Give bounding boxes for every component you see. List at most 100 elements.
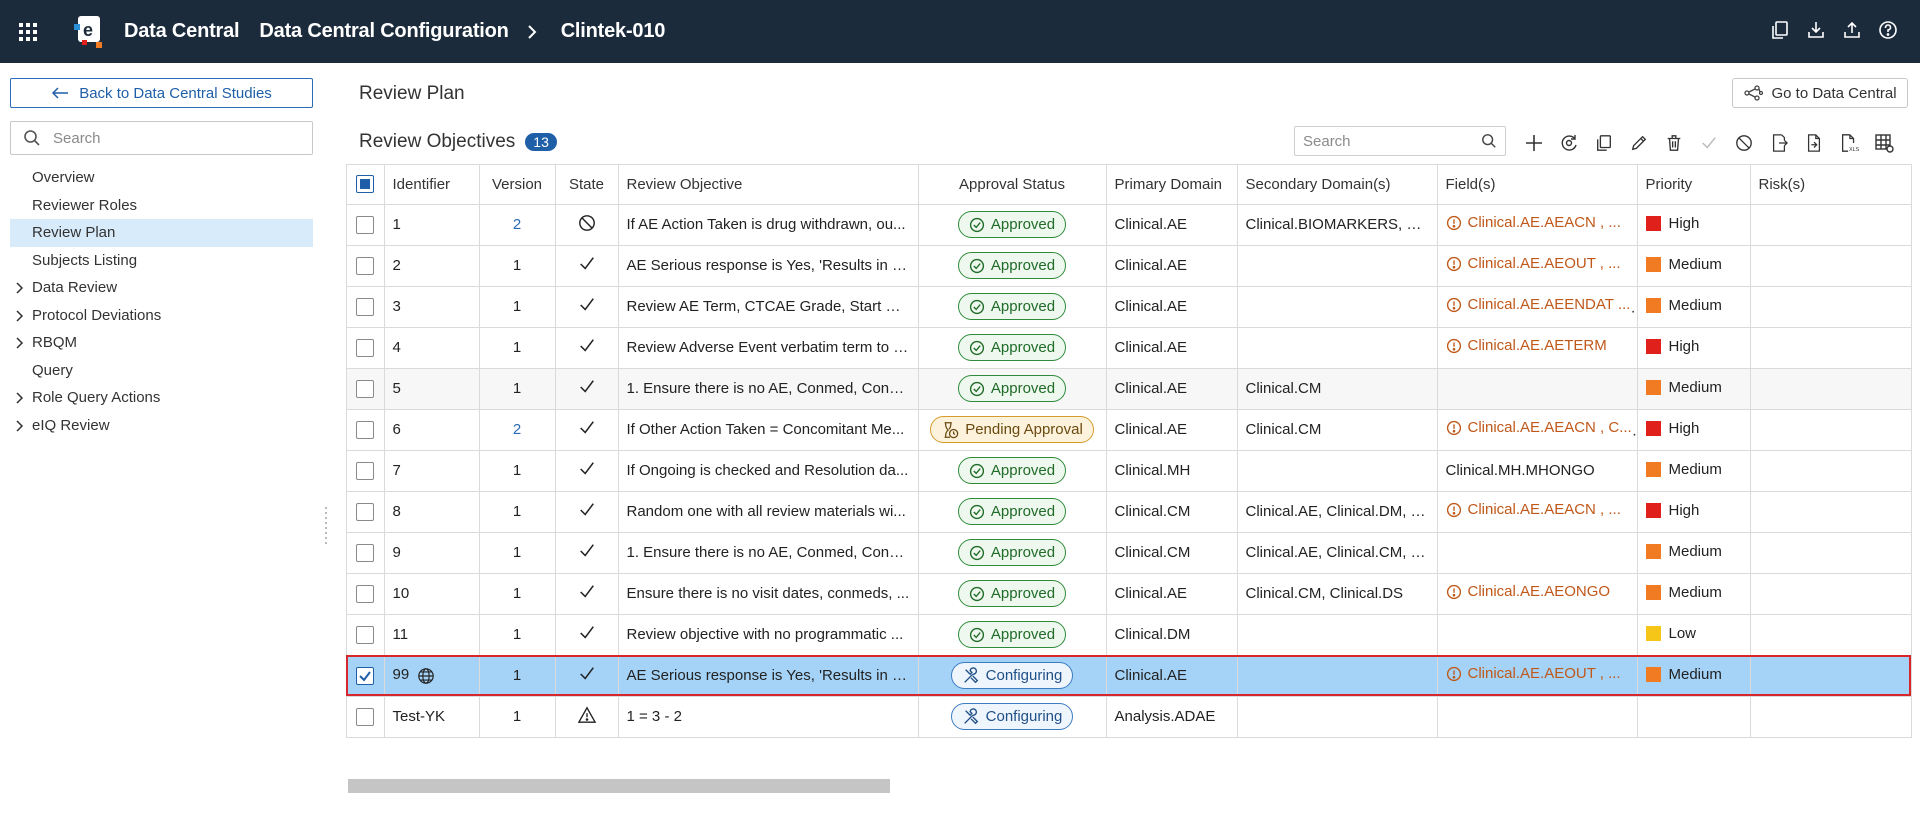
brand-logo-icon[interactable]: e bbox=[72, 14, 104, 50]
sidebar-item-data-review[interactable]: Data Review bbox=[10, 274, 313, 302]
field-warning[interactable]: Clinical.AE.AEONGO bbox=[1446, 583, 1610, 600]
scrollbar-thumb[interactable] bbox=[348, 779, 890, 793]
review-objective-cell[interactable]: If Ongoing is checked and Resolution da.… bbox=[617, 449, 919, 492]
download-icon[interactable] bbox=[1804, 18, 1828, 42]
column-header[interactable]: Identifier bbox=[383, 163, 480, 205]
copy-icon[interactable] bbox=[1768, 18, 1792, 42]
row-checkbox[interactable] bbox=[356, 707, 374, 726]
field-warning[interactable]: Clinical.AE.AEACN , ... bbox=[1446, 501, 1621, 518]
review-cycle-icon[interactable] bbox=[1556, 130, 1581, 155]
field-warning[interactable]: Clinical.AE.AEOUT , ... bbox=[1446, 255, 1621, 272]
breadcrumb-configuration[interactable]: Data Central Configuration bbox=[259, 20, 508, 43]
sidebar-item-protocol-deviations[interactable]: Protocol Deviations bbox=[10, 302, 313, 330]
table-row[interactable]: 9 1 1. Ensure there is no AE, Conmed, Conm… bbox=[345, 531, 1912, 574]
table-row[interactable]: 3 1 Review AE Term, CTCAE Grade, Start Dat… bbox=[345, 285, 1912, 328]
resize-handle[interactable] bbox=[323, 505, 331, 547]
disable-icon[interactable] bbox=[1731, 130, 1756, 155]
row-checkbox[interactable] bbox=[356, 584, 374, 603]
row-checkbox[interactable] bbox=[356, 502, 374, 521]
export-icon[interactable] bbox=[1766, 130, 1791, 155]
duplicate-icon[interactable] bbox=[1591, 130, 1616, 155]
review-objective-cell[interactable]: Review objective with no programmatic ..… bbox=[617, 613, 919, 656]
table-row[interactable]: 11 1 Review objective with no programmatic… bbox=[345, 613, 1912, 656]
review-objective-cell[interactable]: Ensure there is no visit dates, conmeds,… bbox=[617, 572, 919, 615]
delete-icon[interactable] bbox=[1661, 130, 1686, 155]
field-warning[interactable]: Clinical.AE.AEACN , ... bbox=[1446, 214, 1621, 231]
select-all-checkbox[interactable] bbox=[356, 175, 374, 194]
edit-icon[interactable] bbox=[1626, 130, 1651, 155]
table-row[interactable]: 99 1 AE Serious response is Yes, 'Results … bbox=[345, 654, 1912, 697]
review-objective-cell[interactable]: If Other Action Taken = Concomitant Me..… bbox=[617, 408, 919, 451]
field-warning[interactable]: Clinical.AE.AEENDAT ... bbox=[1446, 296, 1630, 313]
sidebar-search-input[interactable] bbox=[53, 129, 293, 147]
column-header[interactable]: Primary Domain bbox=[1105, 163, 1238, 205]
review-objective-cell[interactable]: Random one with all review materials wi.… bbox=[617, 490, 919, 533]
version-value[interactable]: 2 bbox=[513, 216, 521, 233]
row-checkbox[interactable] bbox=[356, 461, 374, 480]
row-checkbox[interactable] bbox=[356, 543, 374, 562]
chevron-right-icon[interactable] bbox=[14, 336, 24, 350]
help-icon[interactable] bbox=[1876, 18, 1900, 42]
column-header[interactable]: Approval Status bbox=[917, 163, 1107, 205]
table-row[interactable]: 1 2 If AE Action Taken is drug withdrawn, … bbox=[345, 203, 1912, 246]
review-objective-cell[interactable]: AE Serious response is Yes, 'Results in … bbox=[617, 654, 919, 697]
row-checkbox[interactable] bbox=[356, 338, 374, 357]
review-objective-cell[interactable]: 1 = 3 - 2 bbox=[617, 695, 919, 738]
sidebar-item-subjects-listing[interactable]: Subjects Listing bbox=[10, 247, 313, 275]
chevron-right-icon[interactable] bbox=[14, 419, 24, 433]
row-checkbox[interactable] bbox=[356, 379, 374, 398]
row-checkbox[interactable] bbox=[356, 297, 374, 316]
table-row[interactable]: 8 1 Random one with all review materials w… bbox=[345, 490, 1912, 533]
column-settings-icon[interactable] bbox=[1871, 130, 1896, 155]
app-launcher-icon[interactable] bbox=[14, 18, 42, 46]
export-xls-icon[interactable]: XLS bbox=[1836, 130, 1861, 155]
row-checkbox[interactable] bbox=[356, 666, 374, 685]
column-header[interactable]: Field(s) bbox=[1436, 163, 1638, 205]
sidebar-item-review-plan[interactable]: Review Plan bbox=[10, 219, 313, 247]
search-icon[interactable] bbox=[1481, 133, 1497, 149]
row-checkbox[interactable] bbox=[356, 256, 374, 275]
column-header[interactable]: Priority bbox=[1636, 163, 1751, 205]
row-checkbox[interactable] bbox=[356, 215, 374, 234]
row-checkbox[interactable] bbox=[356, 625, 374, 644]
approve-check-icon[interactable] bbox=[1696, 130, 1721, 155]
app-name[interactable]: Data Central bbox=[124, 20, 240, 43]
review-objective-cell[interactable]: AE Serious response is Yes, 'Results in … bbox=[617, 244, 919, 287]
review-objective-cell[interactable]: Review Adverse Event verbatim term to e.… bbox=[617, 326, 919, 369]
table-row[interactable]: 10 1 Ensure there is no visit dates, conme… bbox=[345, 572, 1912, 615]
review-objective-cell[interactable]: 1. Ensure there is no AE, Conmed, Conm..… bbox=[617, 367, 919, 410]
chevron-right-icon[interactable] bbox=[14, 281, 24, 295]
sidebar-item-query[interactable]: Query bbox=[10, 357, 313, 385]
field-warning[interactable]: Clinical.AE.AETERM bbox=[1446, 337, 1607, 354]
column-header[interactable]: Review Objective bbox=[617, 163, 919, 205]
version-value[interactable]: 2 bbox=[513, 421, 521, 438]
table-search-input[interactable] bbox=[1303, 132, 1473, 150]
sidebar-item-rbqm[interactable]: RBQM bbox=[10, 329, 313, 357]
go-to-data-central-button[interactable]: Go to Data Central bbox=[1732, 78, 1908, 108]
table-row[interactable]: 5 1 1. Ensure there is no AE, Conmed, Conm… bbox=[345, 367, 1912, 410]
column-header[interactable]: State bbox=[554, 163, 619, 205]
table-row[interactable]: 7 1 If Ongoing is checked and Resolution d… bbox=[345, 449, 1912, 492]
table-row[interactable]: Test-YK 1 1 = 3 - 2 Configuring Analysis.ADA… bbox=[345, 695, 1912, 738]
sidebar-item-overview[interactable]: Overview bbox=[10, 164, 313, 192]
field-warning[interactable]: Clinical.AE.AEACN , C... bbox=[1446, 419, 1632, 436]
review-objective-cell[interactable]: 1. Ensure there is no AE, Conmed, Conm..… bbox=[617, 531, 919, 574]
add-icon[interactable] bbox=[1521, 130, 1546, 155]
chevron-right-icon[interactable] bbox=[14, 309, 24, 323]
sidebar-item-role-query-actions[interactable]: Role Query Actions bbox=[10, 384, 313, 412]
sidebar-item-eiq-review[interactable]: eIQ Review bbox=[10, 412, 313, 440]
column-header[interactable]: Version bbox=[478, 163, 556, 205]
row-checkbox[interactable] bbox=[356, 420, 374, 439]
sidebar-item-reviewer-roles[interactable]: Reviewer Roles bbox=[10, 192, 313, 220]
field-warning[interactable]: Clinical.AE.AEOUT , ... bbox=[1446, 665, 1621, 682]
review-objective-cell[interactable]: Review AE Term, CTCAE Grade, Start Dat..… bbox=[617, 285, 919, 328]
table-row[interactable]: 6 2 If Other Action Taken = Concomitant Me… bbox=[345, 408, 1912, 451]
table-row[interactable]: 4 1 Review Adverse Event verbatim term to … bbox=[345, 326, 1912, 369]
back-to-studies-button[interactable]: Back to Data Central Studies bbox=[10, 78, 313, 108]
import-icon[interactable] bbox=[1801, 130, 1826, 155]
chevron-right-icon[interactable] bbox=[14, 391, 24, 405]
column-header[interactable]: Secondary Domain(s) bbox=[1236, 163, 1438, 205]
column-header[interactable]: Risk(s) bbox=[1749, 163, 1912, 205]
table-row[interactable]: 2 1 AE Serious response is Yes, 'Results i… bbox=[345, 244, 1912, 287]
horizontal-scrollbar[interactable] bbox=[348, 779, 1910, 793]
